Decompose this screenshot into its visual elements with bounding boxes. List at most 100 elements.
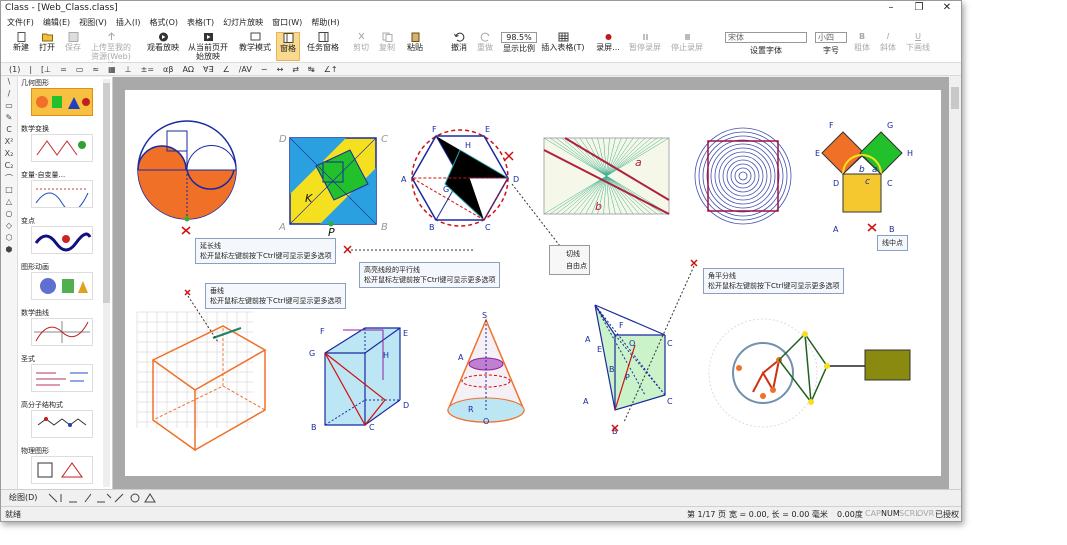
fmt-tool-2[interactable]: [⊥ <box>41 65 51 74</box>
figure-grid-box[interactable] <box>136 289 267 452</box>
menu-table[interactable]: 表格(T) <box>187 17 214 28</box>
context-item-tangent[interactable]: 切线 <box>566 248 587 260</box>
panel-item[interactable]: 高分子结构式 <box>18 399 112 445</box>
undo-button[interactable]: 撤消 <box>447 32 471 52</box>
fmt-tool-7[interactable]: ⊥ <box>125 65 132 74</box>
fmt-tool-12[interactable]: ∠ <box>223 65 230 74</box>
subscript-tool[interactable]: X₂ <box>1 149 17 161</box>
pause-record-button[interactable]: 暂停录屏 <box>627 32 663 52</box>
redo-button[interactable]: 重做 <box>473 32 497 52</box>
figure-cube[interactable]: F E G H B C D <box>309 327 409 432</box>
figure-prism[interactable]: A B C E F P O A B C <box>583 259 698 436</box>
triangle-tool[interactable]: △ <box>1 197 17 209</box>
task-pane-button[interactable]: 任务窗格 <box>305 32 341 52</box>
menu-help[interactable]: 帮助(H) <box>311 17 339 28</box>
fmt-tool-3[interactable]: = <box>60 65 67 74</box>
copy-button[interactable]: 复制 <box>375 32 399 52</box>
bold-button[interactable]: B 粗体 <box>851 32 873 52</box>
circle-tool[interactable]: ○ <box>1 209 17 221</box>
panel-item[interactable]: 变量-自变量... <box>18 169 112 215</box>
fmt-tool-4[interactable]: ▭ <box>76 65 84 74</box>
fmt-tool-9[interactable]: αβ <box>163 65 173 74</box>
label-a: A <box>278 222 286 233</box>
fmt-tool-15[interactable]: ↔ <box>277 65 284 74</box>
close-button[interactable]: ✕ <box>933 1 961 15</box>
panel-item[interactable]: 图形动画 <box>18 261 112 307</box>
figure-pythagoras[interactable]: F G E H D C A B b a c <box>815 121 913 234</box>
fmt-tool-11[interactable]: ∀∃ <box>203 65 214 74</box>
fmt-tool-5[interactable]: ≈ <box>92 65 99 74</box>
font-name-select[interactable]: 宋体 <box>725 32 807 43</box>
context-item-free-point[interactable]: 自由点 <box>566 260 587 272</box>
menu-slideshow[interactable]: 幻灯片放映 <box>223 17 263 28</box>
insert-table-button[interactable]: 插入表格(T) <box>541 32 585 52</box>
fmt-tool-0[interactable]: (1) <box>9 65 20 74</box>
panel-item[interactable]: 数学曲线 <box>18 307 112 353</box>
fmt-tool-8[interactable]: ±= <box>141 65 154 74</box>
fmt-tool-16[interactable]: ⇄ <box>292 65 299 74</box>
menu-format[interactable]: 格式(O) <box>149 17 178 28</box>
fmt-tool-13[interactable]: /AV <box>239 65 252 74</box>
menu-edit[interactable]: 编辑(E) <box>43 17 70 28</box>
minimize-button[interactable]: – <box>877 1 905 15</box>
vertical-scroll-thumb[interactable] <box>951 87 959 109</box>
panel-item[interactable]: 圣式 <box>18 353 112 399</box>
document-page[interactable]: D C A B K P F E A D B C G H a b F G E H … <box>125 90 941 476</box>
menu-view[interactable]: 视图(V) <box>79 17 107 28</box>
rect-tool[interactable]: ▭ <box>1 101 17 113</box>
pane-button[interactable]: 窗格 <box>276 32 300 61</box>
panel-scroll-thumb[interactable] <box>103 83 110 303</box>
stop-record-button[interactable]: 停止录屏 <box>669 32 705 52</box>
fmt-tool-6[interactable]: ▦ <box>108 65 116 74</box>
open-button[interactable]: 打开 <box>35 32 59 52</box>
fmt-tool-14[interactable]: ∽ <box>261 65 268 74</box>
hexagon-filled-tool[interactable]: ⬢ <box>1 245 17 257</box>
fmt-tool-18[interactable]: ∠↑ <box>324 65 338 74</box>
figure-square-k[interactable]: D C A B K P <box>278 134 388 239</box>
segment-tool[interactable]: / <box>1 89 17 101</box>
vertical-scrollbar[interactable] <box>949 77 961 489</box>
square-tool[interactable]: □ <box>1 185 17 197</box>
ring <box>710 143 776 209</box>
italic-button[interactable]: I 斜体 <box>877 32 899 52</box>
cut-button[interactable]: 剪切 <box>349 32 373 52</box>
maximize-button[interactable]: ❐ <box>905 1 933 15</box>
figure-hexagon[interactable]: F E A D B C G H <box>401 125 561 247</box>
new-button[interactable]: 新建 <box>9 32 33 52</box>
panel-item[interactable]: 几何图形 <box>18 77 112 123</box>
draw-menu-button[interactable]: 绘图(D) <box>9 492 37 503</box>
teach-mode-button[interactable]: 教学模式 <box>237 32 273 52</box>
figure-cone[interactable]: S A R O <box>447 311 525 426</box>
panel-item[interactable]: 物理图形 <box>18 445 112 489</box>
hexagon-tool[interactable]: ⬡ <box>1 233 17 245</box>
chem-tool[interactable]: C <box>1 125 17 137</box>
play-from-current-button[interactable]: 从当前页开 始放映 <box>185 32 231 61</box>
line-tool[interactable]: \ <box>1 77 17 89</box>
figure-concentric-circles[interactable] <box>694 127 792 225</box>
panel-scrollbar[interactable] <box>103 79 110 487</box>
figure-lines[interactable]: a b <box>543 137 670 215</box>
diamond-tool[interactable]: ◇ <box>1 221 17 233</box>
figure-circle-sectors[interactable] <box>137 120 237 235</box>
draw-tools-icons[interactable] <box>45 492 165 504</box>
pen-tool[interactable]: ✎ <box>1 113 17 125</box>
panel-item[interactable]: 变点 <box>18 215 112 261</box>
save-button[interactable]: 保存 <box>61 32 85 52</box>
record-button[interactable]: 录屏... <box>595 32 621 52</box>
menu-insert[interactable]: 插入(I) <box>116 17 141 28</box>
fmt-tool-1[interactable]: | <box>29 65 32 74</box>
underline-button[interactable]: U 下画线 <box>903 32 933 52</box>
menu-file[interactable]: 文件(F) <box>7 17 34 28</box>
fmt-tool-17[interactable]: ↹ <box>308 65 315 74</box>
fmt-tool-10[interactable]: ΑΩ <box>182 65 194 74</box>
zoom-select[interactable]: 98.5% <box>501 32 537 43</box>
paste-button[interactable]: 粘贴 <box>403 32 427 52</box>
superscript-tool[interactable]: X² <box>1 137 17 149</box>
play-button[interactable]: 观看放映 <box>145 32 181 52</box>
arc-tool[interactable]: ⌒ <box>1 173 17 185</box>
menu-window[interactable]: 窗口(W) <box>272 17 302 28</box>
panel-item[interactable]: 数学变换 <box>18 123 112 169</box>
zoom-control[interactable]: 98.5% 显示比例 <box>501 32 537 53</box>
font-size-select[interactable]: 小四 <box>815 32 847 43</box>
chem-sub-tool[interactable]: C₂ <box>1 161 17 173</box>
